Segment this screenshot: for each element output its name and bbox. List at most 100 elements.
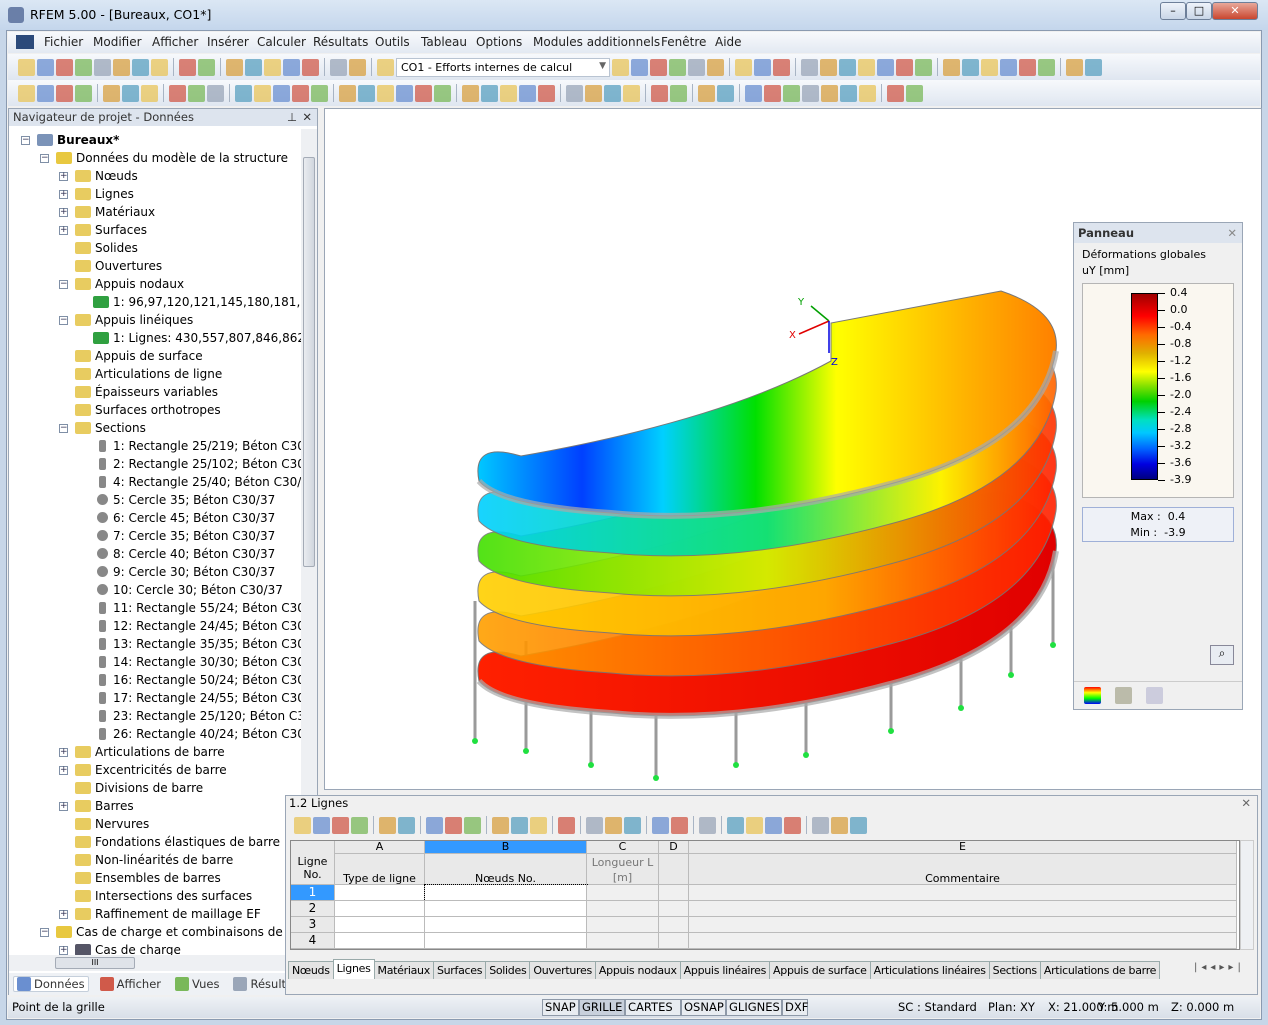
expand-icon[interactable]: +: [59, 910, 68, 919]
clear-icon[interactable]: [351, 816, 368, 834]
fx-icon[interactable]: [831, 816, 848, 834]
table-tab[interactable]: Appuis nodaux: [594, 961, 681, 979]
zoom-out-icon[interactable]: [500, 84, 517, 102]
column-letter[interactable]: A: [335, 841, 425, 854]
view-z-icon[interactable]: [604, 84, 621, 102]
node-support-icon[interactable]: [962, 58, 979, 76]
new-member-icon[interactable]: [56, 84, 73, 102]
load-case-icon[interactable]: [377, 58, 394, 76]
print-report-icon[interactable]: [113, 58, 130, 76]
table-cell[interactable]: [659, 917, 689, 933]
cube-icon[interactable]: [783, 84, 800, 102]
line-icon[interactable]: [226, 58, 243, 76]
insert-row-icon[interactable]: [313, 816, 330, 834]
table-cell[interactable]: [689, 885, 1237, 901]
calc-icon[interactable]: [784, 816, 801, 834]
render-icon[interactable]: [1038, 58, 1055, 76]
table-cell[interactable]: [335, 933, 425, 949]
tree-item[interactable]: + Articulations de barre: [9, 743, 301, 761]
lines-table[interactable]: Ligne No. A Type de ligne B Nœuds No. C Longue…: [290, 840, 1240, 950]
tree-item[interactable]: Ouvertures: [9, 257, 301, 275]
expand-icon[interactable]: +: [59, 190, 68, 199]
table-cell[interactable]: [689, 901, 1237, 917]
table-tab[interactable]: Surfaces: [432, 961, 487, 979]
view2-icon[interactable]: [754, 58, 771, 76]
rows-icon[interactable]: [671, 816, 688, 834]
cut-icon[interactable]: [717, 84, 734, 102]
sort-icon[interactable]: [530, 816, 547, 834]
tree-item[interactable]: + Lignes: [9, 185, 301, 203]
column-header[interactable]: Nœuds No.: [425, 854, 587, 885]
column-letter[interactable]: E: [689, 841, 1237, 854]
measure-icon[interactable]: [745, 84, 762, 102]
tree-item[interactable]: + Matériaux: [9, 203, 301, 221]
collapse-icon[interactable]: −: [59, 280, 68, 289]
table-cell[interactable]: [335, 917, 425, 933]
balance-icon[interactable]: [1115, 687, 1132, 704]
close-button[interactable]: ✕: [1212, 2, 1258, 20]
column-header[interactable]: Commentaire: [689, 854, 1237, 885]
fx-clear-icon[interactable]: [850, 816, 867, 834]
cross-icon[interactable]: [1000, 58, 1017, 76]
window-icon[interactable]: [302, 58, 319, 76]
table-tab[interactable]: Articulations de barre: [1039, 961, 1161, 979]
table-cell[interactable]: [425, 917, 587, 933]
table-cell[interactable]: [335, 901, 425, 917]
select-in-graphic-icon[interactable]: [445, 816, 462, 834]
toggle-cartes[interactable]: CARTES: [625, 999, 681, 1016]
tree-item[interactable]: − Appuis nodaux: [9, 275, 301, 293]
tree-item[interactable]: 8: Cercle 40; Béton C30/37: [9, 545, 301, 563]
load-line-icon[interactable]: [396, 84, 413, 102]
column-header[interactable]: Longueur L [m]: [587, 854, 659, 885]
tree-item[interactable]: 16: Rectangle 50/24; Béton C30/37: [9, 671, 301, 689]
table-tab[interactable]: Matériaux: [373, 961, 434, 979]
wireframe-icon[interactable]: [462, 84, 479, 102]
axes-icon[interactable]: [981, 58, 998, 76]
tree-item[interactable]: Épaisseurs variables: [9, 383, 301, 401]
close-icon[interactable]: ✕: [1227, 226, 1237, 240]
menu-10[interactable]: Fenêtre: [661, 35, 706, 49]
table-edit-icon[interactable]: [294, 816, 311, 834]
iso-view-icon[interactable]: [519, 84, 536, 102]
tree-item[interactable]: 7: Cercle 35; Béton C30/37: [9, 527, 301, 545]
tree-item[interactable]: + Surfaces: [9, 221, 301, 239]
new-line-icon[interactable]: [37, 84, 54, 102]
tree-item[interactable]: 26: Rectangle 40/24; Béton C30/37: [9, 725, 301, 743]
tree-item[interactable]: 1: Rectangle 25/219; Béton C30/37: [9, 437, 301, 455]
column-header[interactable]: Type de ligne: [335, 854, 425, 885]
hinge-icon[interactable]: [943, 58, 960, 76]
table-cell[interactable]: [425, 933, 587, 949]
tree-item[interactable]: 9: Cercle 30; Béton C30/37: [9, 563, 301, 581]
menu-1[interactable]: Modifier: [93, 35, 142, 49]
prev-table-icon[interactable]: [379, 816, 396, 834]
tree-item[interactable]: + Cas de charge: [9, 941, 301, 955]
rotate-icon[interactable]: [273, 84, 290, 102]
row-number[interactable]: 1: [291, 885, 335, 901]
tree-item[interactable]: Nervures: [9, 815, 301, 833]
excel-icon[interactable]: [765, 816, 782, 834]
expand-icon[interactable]: +: [59, 802, 68, 811]
table-cell[interactable]: [587, 933, 659, 949]
tree-item[interactable]: Fondations élastiques de barre: [9, 833, 301, 851]
table-list-icon[interactable]: [330, 58, 347, 76]
table-cell[interactable]: [587, 917, 659, 933]
scrollbar-thumb[interactable]: [303, 157, 315, 567]
grid-icon[interactable]: [801, 58, 818, 76]
table-tab[interactable]: Appuis linéaires: [679, 961, 771, 979]
redo-icon[interactable]: [198, 58, 215, 76]
tree-item[interactable]: 23: Rectangle 25/120; Béton C30/37: [9, 707, 301, 725]
results-icon[interactable]: [650, 58, 667, 76]
sync-icon[interactable]: [426, 816, 443, 834]
table-tab[interactable]: Ouvertures: [529, 961, 596, 979]
collapse-icon[interactable]: −: [40, 154, 49, 163]
notes-icon[interactable]: [887, 84, 904, 102]
surface-support-icon[interactable]: [141, 84, 158, 102]
labels-icon[interactable]: [707, 58, 724, 76]
menu-11[interactable]: Aide: [715, 35, 742, 49]
color-scale-icon[interactable]: [1084, 687, 1101, 704]
settings-icon[interactable]: [906, 84, 923, 102]
tree-item[interactable]: + Barres: [9, 797, 301, 815]
table-cell[interactable]: [689, 933, 1237, 949]
box-icon[interactable]: [538, 84, 555, 102]
node-icon[interactable]: [245, 58, 262, 76]
